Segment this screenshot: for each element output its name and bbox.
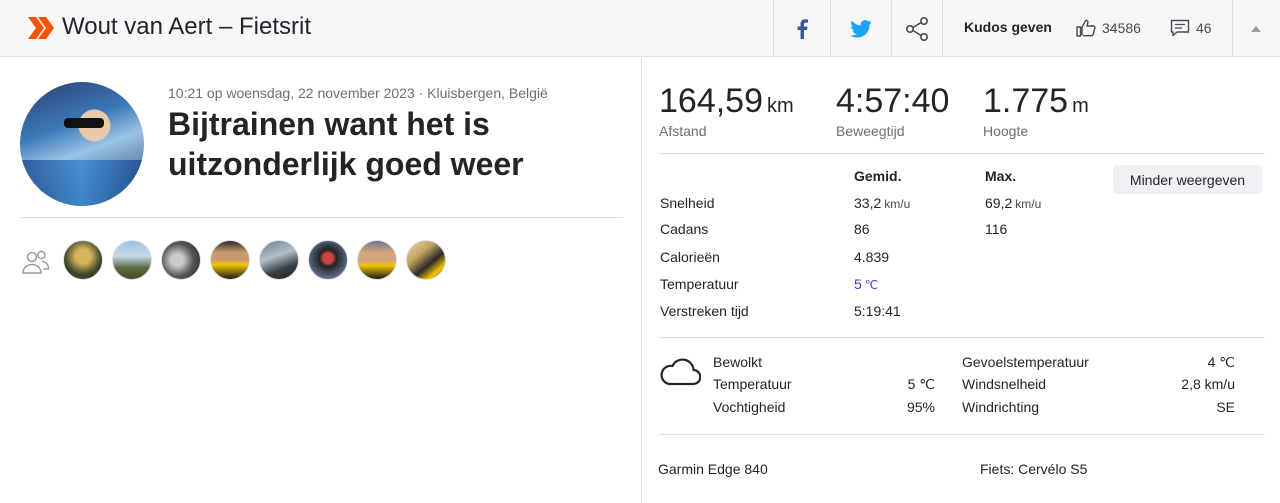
header-divider [942,0,943,57]
page-title: Wout van Aert – Fietsrit [62,13,311,40]
group-athlete-avatar[interactable] [161,240,201,280]
share-icon [905,16,928,41]
activity-stats-panel: 164,59 km Afstand 4:57:40 Beweegtijd 1.77… [643,58,1280,503]
wind-direction-value: SE [1216,399,1235,415]
group-athlete-avatar[interactable] [308,240,348,280]
stat-unit: m [1072,95,1089,117]
feels-like-label: Gevoelstemperatuur [962,354,1089,370]
group-athlete-avatar[interactable] [406,240,446,280]
stat-label: Afstand [659,123,707,139]
stat-value: 164,59 [659,82,763,120]
wind-direction-label: Windrichting [962,399,1040,415]
comments-button[interactable]: 46 [1170,18,1212,38]
weather-humidity-label: Vochtigheid [713,399,786,415]
feels-like-value: 4 ℃ [1207,354,1235,370]
column-header-average: Gemid. [854,168,902,184]
cadence-max: 116 [985,221,1008,237]
give-kudos-button[interactable]: Kudos geven [964,19,1052,35]
twitter-icon [850,19,872,38]
row-label-temperature: Temperatuur [660,276,739,292]
weather-condition: Bewolkt [713,354,763,370]
share-twitter-button[interactable] [831,0,891,57]
row-label-speed: Snelheid [660,195,715,211]
stat-value: 4:57:40 [836,82,950,120]
thumbs-up-icon [1076,19,1096,37]
row-label-cadence: Cadans [660,221,709,237]
stat-label: Beweegtijd [836,123,905,139]
device-name: Garmin Edge 840 [658,461,768,477]
row-label-calories: Calorieën [660,249,720,265]
activity-summary-panel: 10:21 op woensdag, 22 november 2023 · Kl… [0,58,642,503]
kudos-count-button[interactable]: 34586 [1076,18,1141,38]
weather-humidity-value: 95% [906,399,935,415]
elapsed-time-value: 5:19:41 [854,303,901,319]
group-athlete-avatar[interactable] [357,240,397,280]
caret-up-icon [1251,25,1261,32]
comment-count: 46 [1196,20,1212,36]
divider [20,217,623,218]
collapse-header-button[interactable] [1232,0,1280,57]
stat-value: 1.775 [983,82,1069,120]
kudos-count: 34586 [1102,20,1141,36]
facebook-icon [797,18,808,39]
wind-speed-label: Windsnelheid [962,376,1047,392]
activity-meta: 10:21 op woensdag, 22 november 2023 · Kl… [168,85,548,101]
share-facebook-button[interactable] [774,0,830,57]
unit: km/u [884,197,911,211]
strava-chevron-icon [28,17,54,39]
stat-unit: km [767,95,794,117]
row-label-elapsed-time: Verstreken tijd [660,303,749,319]
avatar-jersey [20,160,144,206]
group-athlete-avatar[interactable] [259,240,299,280]
value: 69,2 [985,195,1013,211]
group-athlete-avatar[interactable] [112,240,152,280]
activity-header: Wout van Aert – Fietsrit Kudos geven 345… [0,0,1280,57]
bike-name: Fiets: Cervélo S5 [980,461,1088,477]
calories-value: 4.839 [854,249,890,265]
stat-label: Hoogte [983,123,1029,139]
activity-name: Bijtrainen want het is uitzonderlijk goe… [168,106,524,182]
group-athlete-avatar[interactable] [63,240,103,280]
wind-speed-value: 2,8 km/u [1181,376,1235,392]
cadence-average: 86 [854,221,870,237]
divider [659,434,1265,435]
speed-max: 69,2 km/u [985,195,1041,211]
value: 33,2 [854,195,882,211]
unit: km/u [1015,197,1042,211]
stat-distance: 164,59 km Afstand [659,82,794,139]
temperature-average: 5 ℃ [854,276,878,292]
share-button[interactable] [892,0,942,57]
athlete-avatar[interactable] [20,82,144,206]
divider [659,337,1265,338]
cloud-icon [660,358,701,386]
value: 5 [854,276,862,292]
divider [659,153,1265,154]
comment-icon [1170,19,1190,37]
group-athlete-avatar[interactable] [210,240,250,280]
unit: ℃ [864,278,879,292]
stat-moving-time: 4:57:40 Beweegtijd [836,82,949,139]
weather-temp-value: 5 ℃ [907,376,935,392]
stat-elevation: 1.775 m Hoogte [983,82,1089,139]
weather-temp-label: Temperatuur [713,376,792,392]
group-athletes-icon [22,250,50,274]
group-athletes-list [63,240,446,280]
avatar-glasses [64,118,104,128]
show-less-button[interactable]: Minder weergeven [1113,165,1262,194]
speed-average: 33,2 km/u [854,195,910,211]
column-header-max: Max. [985,168,1017,184]
